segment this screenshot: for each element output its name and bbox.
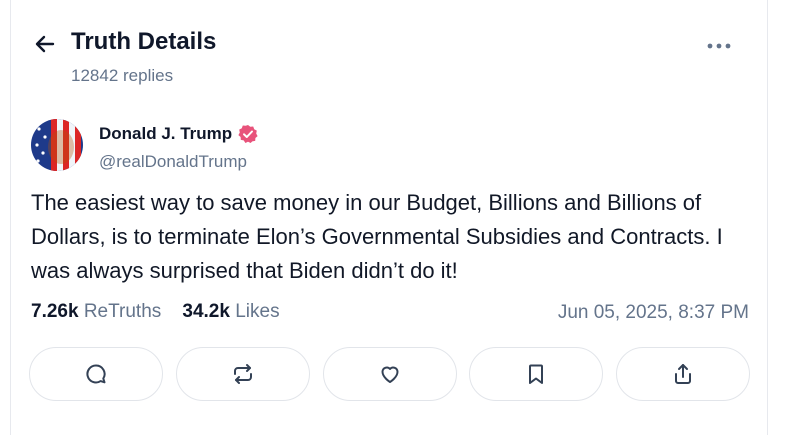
- verified-badge-icon: [238, 125, 258, 143]
- like-button[interactable]: [323, 347, 457, 401]
- share-icon: [675, 364, 691, 384]
- post-timestamp: Jun 05, 2025, 8:37 PM: [557, 302, 749, 323]
- back-arrow-icon[interactable]: [33, 32, 57, 56]
- retruths-stat[interactable]: 7.26k ReTruths: [31, 301, 161, 322]
- author-name: Donald J. Trump: [99, 124, 233, 143]
- post-text: The easiest way to save money in our Bud…: [31, 190, 723, 283]
- bookmark-button[interactable]: [469, 347, 603, 401]
- replies-count: 12842 replies: [71, 66, 174, 85]
- share-button[interactable]: [616, 347, 750, 401]
- bookmark-icon: [529, 364, 543, 384]
- likes-stat[interactable]: 34.2k Likes: [182, 301, 279, 322]
- author-row[interactable]: Donald J. Trump: [99, 124, 258, 144]
- avatar[interactable]: [31, 119, 83, 171]
- retruths-label: ReTruths: [83, 301, 162, 322]
- page-title: Truth Details: [71, 28, 217, 55]
- action-bar: [29, 347, 751, 403]
- retruth-button[interactable]: [176, 347, 310, 401]
- likes-label: Likes: [235, 301, 280, 322]
- heart-icon: [381, 366, 399, 383]
- more-options-icon[interactable]: [704, 36, 734, 56]
- post-stats: 7.26k ReTruths 34.2k Likes: [31, 301, 280, 323]
- reply-icon: [86, 364, 106, 384]
- reply-button[interactable]: [29, 347, 163, 401]
- author-handle[interactable]: @realDonaldTrump: [99, 152, 247, 172]
- retruth-icon: [234, 364, 252, 384]
- likes-count: 34.2k: [182, 301, 230, 322]
- retruths-count: 7.26k: [31, 301, 79, 322]
